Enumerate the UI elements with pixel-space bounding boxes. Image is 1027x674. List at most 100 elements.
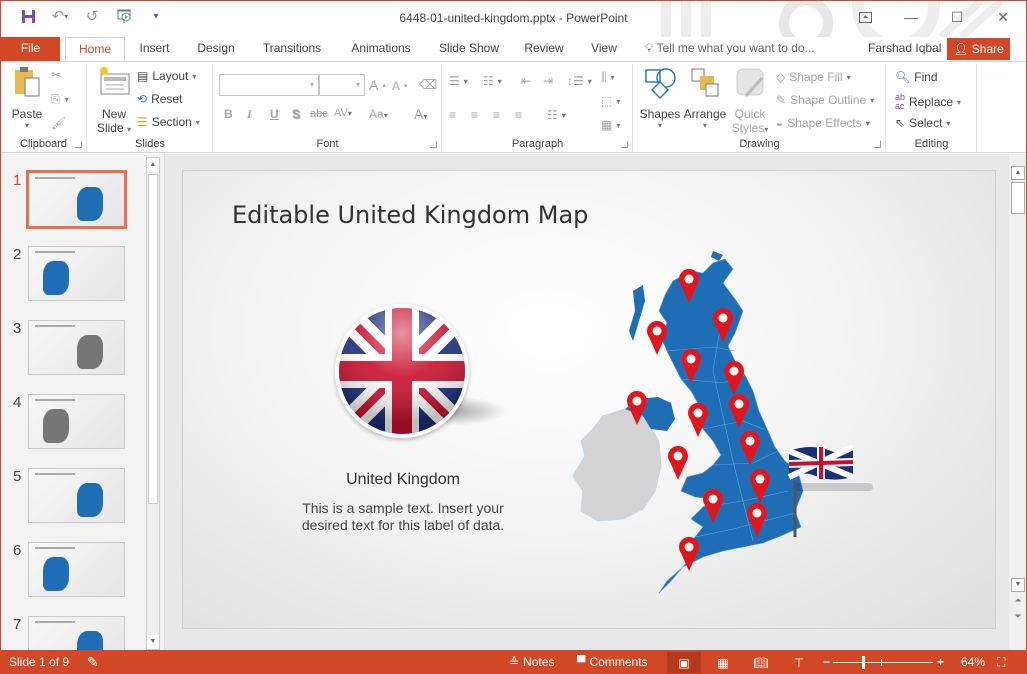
close-icon[interactable]: ✕: [980, 1, 1026, 33]
slide-title[interactable]: Editable United Kingdom Map: [232, 201, 588, 229]
scroll-up-icon[interactable]: ▲: [147, 158, 159, 172]
font-size-combo[interactable]: ▾: [319, 74, 365, 96]
slideshow-view-button[interactable]: ⊤: [782, 652, 816, 673]
align-left-icon[interactable]: ≡: [449, 108, 456, 122]
section-button[interactable]: ☰ Section ▾: [137, 115, 200, 129]
tab-design[interactable]: Design: [191, 37, 241, 61]
shadow-button[interactable]: S: [292, 107, 300, 121]
comments-button[interactable]: ▀ Comments: [577, 650, 648, 674]
slide-sorter-button[interactable]: ▦: [706, 652, 740, 673]
slide-thumbnail-image[interactable]: [28, 320, 125, 375]
tab-transitions[interactable]: Transitions: [257, 37, 327, 61]
new-slide-button[interactable]: New Slide ▾: [94, 66, 134, 135]
zoom-out-icon[interactable]: −: [823, 650, 830, 674]
editor-scroll-thumb[interactable]: [1011, 182, 1025, 214]
paragraph-dialog-launcher[interactable]: [621, 141, 628, 148]
change-case-button[interactable]: Aa▾: [369, 107, 388, 121]
zoom-level[interactable]: 64%: [961, 650, 985, 674]
align-text-icon[interactable]: ⬚ ▾: [601, 94, 620, 108]
drawing-dialog-launcher[interactable]: [874, 141, 881, 148]
scroll-down-icon[interactable]: ▼: [147, 635, 159, 649]
tab-view[interactable]: View: [586, 37, 622, 61]
character-spacing-button[interactable]: AV▾: [334, 107, 352, 119]
italic-button[interactable]: I: [247, 107, 252, 122]
bold-button[interactable]: B: [224, 107, 233, 121]
slide-thumbnail-image[interactable]: [28, 394, 125, 449]
numbering-icon[interactable]: ☷ ▾: [483, 74, 502, 88]
country-description[interactable]: This is a sample text. Insert your desir…: [283, 500, 523, 534]
cut-icon[interactable]: ✂: [51, 68, 61, 82]
decrease-indent-icon[interactable]: ⇤: [521, 74, 531, 88]
zoom-slider-knob[interactable]: [862, 656, 865, 669]
font-name-combo[interactable]: ▾: [219, 74, 319, 96]
shape-fill-button[interactable]: ◇ Shape Fill ▾: [776, 70, 851, 84]
tell-me-search[interactable]: 💡︎ Tell me what you want to do...: [645, 37, 815, 59]
editor-scroll-up-icon[interactable]: ▲: [1011, 166, 1025, 180]
bullets-icon[interactable]: ☰ ▾: [449, 74, 468, 88]
spell-check-icon[interactable]: ✎: [87, 650, 99, 674]
thumbnail-scroll-thumb[interactable]: [148, 174, 158, 504]
slide-thumbnail-image[interactable]: [28, 542, 125, 597]
user-name[interactable]: Farshad Iqbal: [868, 37, 941, 59]
font-dialog-launcher[interactable]: [430, 141, 437, 148]
underline-button[interactable]: U: [270, 107, 279, 121]
slide-thumbnail-image[interactable]: [28, 246, 125, 301]
increase-indent-icon[interactable]: ⇥: [543, 74, 553, 88]
columns-icon[interactable]: ☷ ▾: [547, 108, 566, 122]
minimize-icon[interactable]: —: [888, 1, 934, 33]
zoom-slider[interactable]: [833, 656, 933, 669]
justify-icon[interactable]: ≡: [515, 108, 522, 122]
shape-outline-button[interactable]: ✎ Shape Outline ▾: [776, 93, 874, 107]
notes-button[interactable]: ≙ Notes: [509, 650, 554, 674]
paste-button[interactable]: Paste ▾: [9, 66, 45, 130]
shape-effects-button[interactable]: ◒ Shape Effects ▾: [776, 116, 870, 130]
zoom-in-icon[interactable]: +: [937, 650, 944, 674]
maximize-icon[interactable]: ☐: [934, 1, 980, 33]
normal-view-button[interactable]: ▣: [667, 652, 701, 673]
thumbnail-scrollbar[interactable]: ▲ ▼: [146, 157, 160, 650]
next-slide-icon[interactable]: ⏷: [1011, 610, 1025, 622]
tab-review[interactable]: Review: [520, 37, 568, 61]
clear-formatting-icon[interactable]: ⌫: [419, 77, 437, 93]
line-spacing-icon[interactable]: ↕☰ ▾: [567, 74, 592, 88]
reset-button[interactable]: ⟲ Reset: [137, 92, 182, 106]
smartart-icon[interactable]: ▦ ▾: [601, 118, 620, 132]
tab-animations[interactable]: Animations: [344, 37, 418, 61]
increase-font-size-icon[interactable]: A ▴: [369, 77, 386, 93]
reading-view-button[interactable]: 📖︎: [744, 652, 778, 673]
strikethrough-button[interactable]: abc: [310, 108, 328, 120]
layout-button[interactable]: ▤ Layout ▾: [137, 69, 196, 83]
arrange-button[interactable]: Arrange ▾: [682, 66, 728, 130]
slide-canvas[interactable]: Editable United Kingdom Map United Kingd…: [182, 170, 996, 629]
previous-slide-icon[interactable]: ⏶: [1011, 594, 1025, 606]
tab-home[interactable]: Home: [65, 37, 125, 62]
replace-button[interactable]: ab ac Replace ▾: [895, 93, 961, 111]
map-pin-14[interactable]: [679, 537, 699, 571]
tab-file[interactable]: File: [1, 37, 60, 61]
map-pin-7[interactable]: [688, 403, 708, 437]
editor-scrollbar[interactable]: ▲ ▼ ⏶ ⏷: [1009, 154, 1026, 650]
select-button[interactable]: ⇖ Select ▾: [895, 116, 950, 130]
font-color-button[interactable]: A▾: [414, 106, 427, 122]
find-button[interactable]: 🔍︎ Find: [895, 70, 938, 84]
tab-slide-show[interactable]: Slide Show: [434, 37, 504, 61]
country-label[interactable]: United Kingdom: [283, 471, 523, 489]
share-button[interactable]: 👤︎ Share: [947, 38, 1010, 60]
map-pin-3[interactable]: [647, 321, 667, 355]
shapes-button[interactable]: Shapes ▾: [638, 66, 682, 130]
align-right-icon[interactable]: ≡: [493, 108, 500, 122]
quick-styles-button[interactable]: Quick Styles▾: [730, 66, 770, 135]
format-painter-icon[interactable]: 🖌︎: [51, 116, 66, 130]
slide-thumbnail-image[interactable]: [28, 468, 125, 523]
fit-to-window-icon[interactable]: ⛶: [997, 650, 1005, 674]
editor-scroll-down-icon[interactable]: ▼: [1011, 578, 1025, 592]
clipboard-dialog-launcher[interactable]: [75, 141, 82, 148]
text-direction-icon[interactable]: ⫼ ▾: [601, 70, 615, 85]
copy-icon[interactable]: ⎘ ▾: [51, 92, 69, 107]
align-center-icon[interactable]: ≡: [471, 108, 478, 122]
ribbon-display-options-icon[interactable]: [842, 1, 888, 33]
slide-thumbnail-image[interactable]: [26, 170, 127, 229]
uk-flag-circle[interactable]: [335, 304, 469, 438]
map-pin-10[interactable]: [668, 446, 688, 480]
uk-map[interactable]: [563, 251, 883, 596]
